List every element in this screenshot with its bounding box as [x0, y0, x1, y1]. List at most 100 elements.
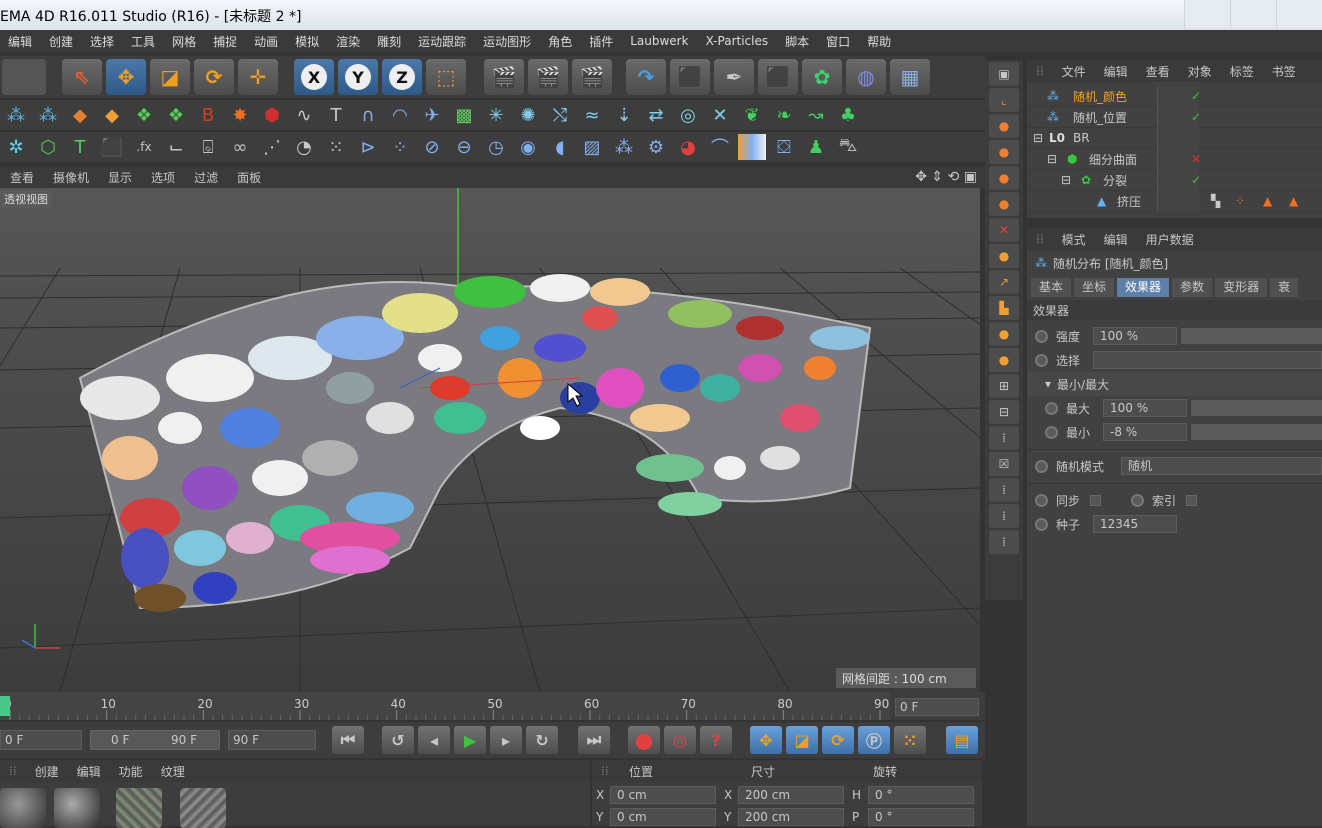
- figure-icon[interactable]: ♟: [802, 134, 830, 160]
- rotate-tool-button[interactable]: ⟳: [194, 59, 234, 95]
- pen-tool-button[interactable]: ✒: [714, 59, 754, 95]
- layout-icon-5[interactable]: ⁞: [989, 478, 1019, 502]
- fx-icon[interactable]: .fx: [130, 134, 158, 160]
- dots-tag-icon[interactable]: ⁘: [1235, 194, 1245, 208]
- object-row-random-position[interactable]: ⁂ 随机_位置 ✓: [1027, 106, 1322, 128]
- menu-x-particles[interactable]: X-Particles: [698, 34, 778, 48]
- key-position-button[interactable]: ✥: [750, 726, 782, 754]
- collapse-icon[interactable]: ⊟: [1033, 131, 1043, 145]
- green-dots-icon-2[interactable]: ❖: [162, 102, 190, 128]
- render-view-button[interactable]: 🎬: [484, 59, 524, 95]
- strength-slider[interactable]: [1181, 328, 1322, 344]
- mat-menu-edit[interactable]: 编辑: [68, 763, 110, 780]
- layout-icon-2[interactable]: ⊟: [989, 400, 1019, 424]
- molecule-icon-2[interactable]: ⁂: [34, 102, 62, 128]
- timeline-ruler[interactable]: 0102030405060708090: [0, 692, 985, 720]
- vine-icon[interactable]: ↝: [802, 102, 830, 128]
- capsule-icon[interactable]: ◔: [290, 134, 318, 160]
- end-frame-field[interactable]: 90 F: [228, 730, 316, 750]
- psr-icon[interactable]: ●: [989, 348, 1019, 372]
- key-parameter-button[interactable]: Ⓟ: [858, 726, 890, 754]
- obj-menu-bookmarks[interactable]: 书签: [1263, 63, 1305, 80]
- undo-button[interactable]: [2, 59, 46, 95]
- render-picture-viewer-button[interactable]: 🎬: [528, 59, 568, 95]
- leaf-icon[interactable]: ❦: [738, 102, 766, 128]
- menu-sculpt[interactable]: 雕刻: [369, 33, 410, 50]
- random-mode-dropdown[interactable]: 随机: [1121, 457, 1322, 475]
- cloner-button[interactable]: ✿: [802, 59, 842, 95]
- spline-tool-button[interactable]: ↷: [626, 59, 666, 95]
- wave-icon[interactable]: ≈: [578, 102, 606, 128]
- obj-menu-view[interactable]: 查看: [1137, 63, 1179, 80]
- play-button[interactable]: ▶: [454, 726, 486, 754]
- prev-frame-button[interactable]: ◂: [418, 726, 450, 754]
- viewport-menu-filter[interactable]: 过滤: [184, 169, 227, 186]
- edges-mode-icon[interactable]: ●: [989, 140, 1019, 164]
- speaker-icon[interactable]: ◖: [546, 134, 574, 160]
- viewport-nav-icons[interactable]: ✥ ⇕ ⟲ ▣: [905, 169, 985, 185]
- cluster-icon[interactable]: ⁂: [610, 134, 638, 160]
- dot-grid-icon[interactable]: ⁙: [322, 134, 350, 160]
- menu-simulate[interactable]: 模拟: [287, 33, 328, 50]
- split-icon[interactable]: ⤭: [546, 102, 574, 128]
- menu-help[interactable]: 帮助: [859, 33, 900, 50]
- tab-falloff[interactable]: 衰: [1270, 278, 1299, 297]
- b-icon[interactable]: B: [194, 102, 222, 128]
- grid-cube-icon[interactable]: ▩: [450, 102, 478, 128]
- object-row-br[interactable]: ⊟ L0 BR: [1027, 127, 1322, 149]
- object-flags[interactable]: [1157, 190, 1199, 212]
- autokey-button[interactable]: ◎: [664, 726, 696, 754]
- text-icon[interactable]: T: [66, 134, 94, 160]
- menu-select[interactable]: 选择: [82, 33, 123, 50]
- transform-tool-button[interactable]: ✛: [238, 59, 278, 95]
- rotation-p-field[interactable]: 0 °: [868, 808, 974, 826]
- max-anim-dot[interactable]: [1045, 401, 1058, 415]
- start-frame-field[interactable]: 0 F: [0, 730, 82, 750]
- attr-menu-mode[interactable]: 模式: [1053, 231, 1095, 248]
- subdivision-button[interactable]: ⬛: [758, 59, 798, 95]
- strength-field[interactable]: 100 %: [1093, 327, 1177, 345]
- stone-bridge-object[interactable]: [78, 274, 872, 612]
- disabled-x-icon[interactable]: ✕: [1191, 152, 1201, 166]
- phong-tag-icon[interactable]: ▲: [1263, 194, 1272, 208]
- tab-parameter[interactable]: 参数: [1172, 278, 1213, 297]
- bucket-fill-icon[interactable]: ⛋: [770, 134, 798, 160]
- menu-snap[interactable]: 捕捉: [205, 33, 246, 50]
- animation-mode-icon[interactable]: ●: [989, 322, 1019, 346]
- plane-icon[interactable]: ✈: [418, 102, 446, 128]
- colored-cube-icon[interactable]: ◆: [66, 102, 94, 128]
- sync-checkbox[interactable]: [1090, 494, 1102, 506]
- y-axis-button[interactable]: Y: [338, 59, 378, 95]
- timeline[interactable]: 0102030405060708090 0 F: [0, 692, 985, 720]
- min-anim-dot[interactable]: [1045, 425, 1058, 439]
- record-button[interactable]: ⬤: [628, 726, 660, 754]
- viewport-menu-view[interactable]: 查看: [0, 169, 43, 186]
- menu-render[interactable]: 渲染: [328, 33, 369, 50]
- obj-menu-tags[interactable]: 标签: [1221, 63, 1263, 80]
- bucket-icon[interactable]: ⌺: [194, 134, 222, 160]
- z-axis-button[interactable]: Z: [382, 59, 422, 95]
- move-tool-button[interactable]: ✥: [106, 59, 146, 95]
- red-dial-icon[interactable]: ◕: [674, 134, 702, 160]
- tab-effector[interactable]: 效果器: [1117, 278, 1170, 297]
- rings-icon[interactable]: ∞: [226, 134, 254, 160]
- cube-object-button[interactable]: ⬛: [670, 59, 710, 95]
- collapse-icon[interactable]: ⊟: [1061, 173, 1071, 187]
- mat-menu-texture[interactable]: 纹理: [152, 763, 194, 780]
- mat-menu-function[interactable]: 功能: [110, 763, 152, 780]
- render-settings-button[interactable]: 🎬: [572, 59, 612, 95]
- maximize-button[interactable]: [1230, 0, 1276, 28]
- cross-arrows-icon[interactable]: ✕: [706, 102, 734, 128]
- dotted-curve-icon[interactable]: ⋰: [258, 134, 286, 160]
- object-row-split[interactable]: ⊟ ✿ 分裂 ✓: [1027, 169, 1322, 191]
- menu-tools[interactable]: 工具: [123, 33, 164, 50]
- disc-icon[interactable]: ◉: [514, 134, 542, 160]
- menu-mesh[interactable]: 网格: [164, 33, 205, 50]
- attr-menu-user-data[interactable]: 用户数据: [1137, 231, 1203, 248]
- viewport-menu-options[interactable]: 选项: [141, 169, 184, 186]
- obj-menu-objects[interactable]: 对象: [1179, 63, 1221, 80]
- tree-icon[interactable]: ♣: [834, 102, 862, 128]
- menu-edit[interactable]: 编辑: [0, 33, 41, 50]
- min-slider[interactable]: [1191, 424, 1322, 440]
- index-anim-dot[interactable]: [1131, 493, 1145, 507]
